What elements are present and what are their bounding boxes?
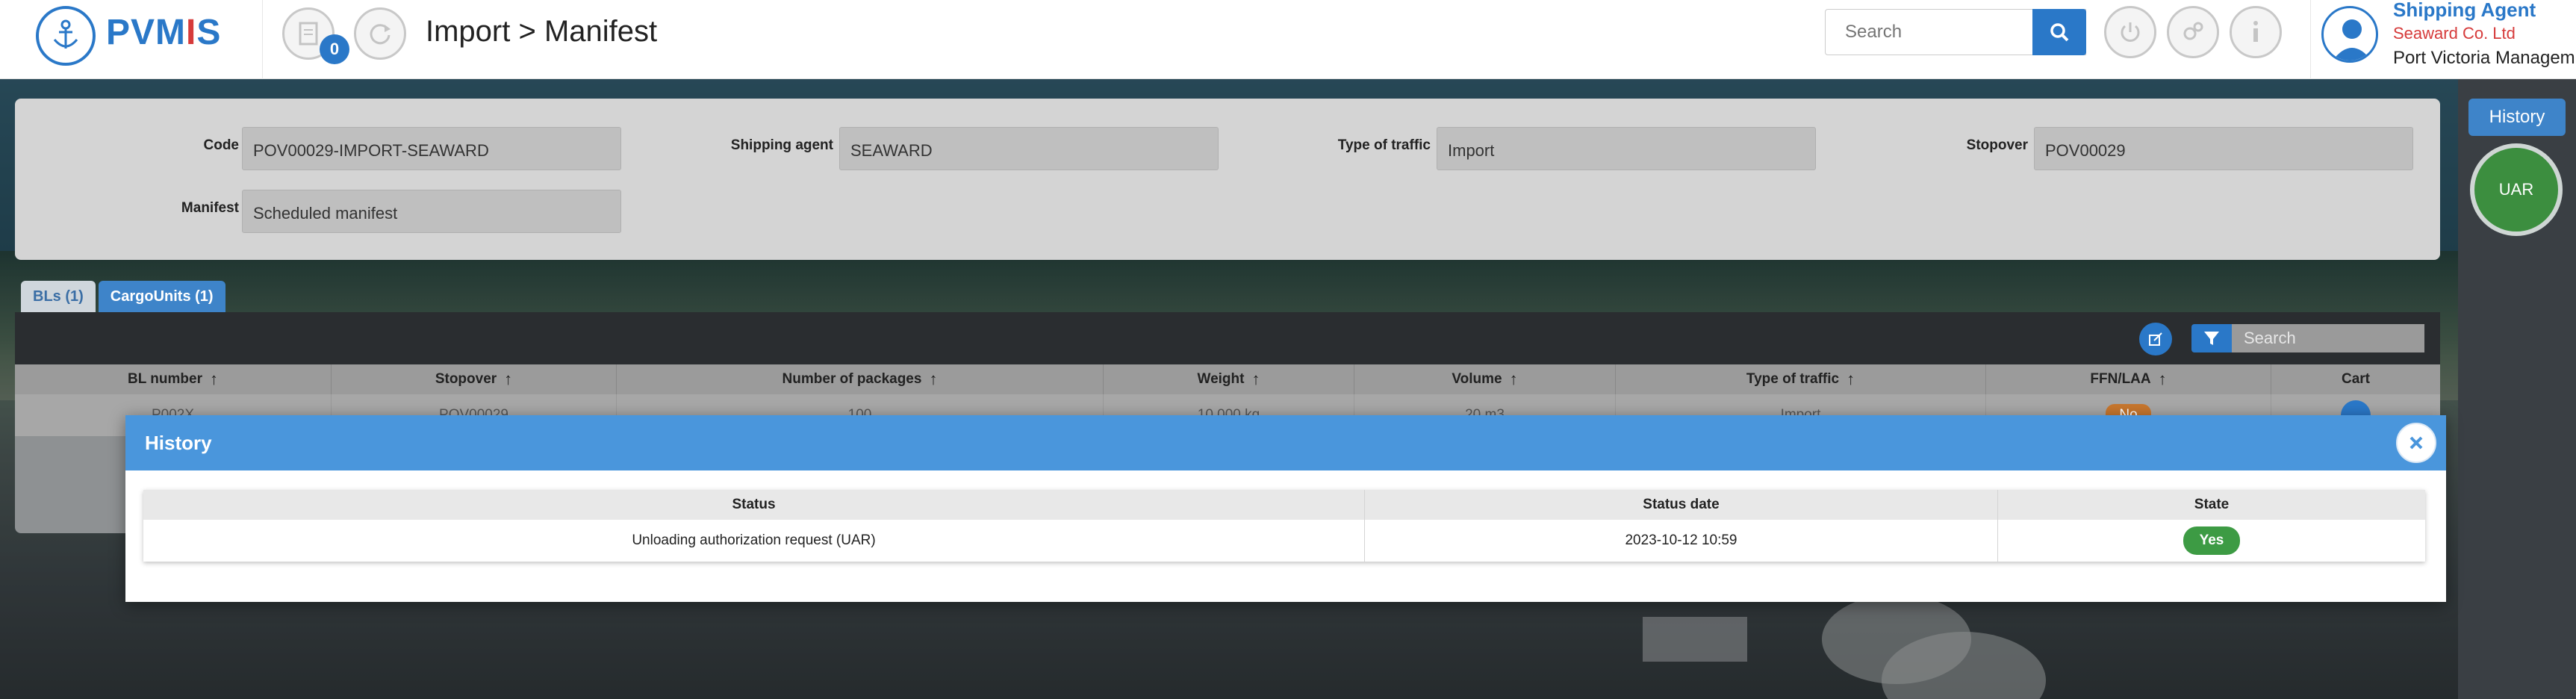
column-header[interactable]: Weight ↑ <box>1104 364 1354 394</box>
export-icon <box>2149 332 2162 346</box>
app-logo-text: PVMIS <box>106 13 222 52</box>
history-table: Status Status date State Unloading autho… <box>143 490 2425 562</box>
refresh-button[interactable] <box>354 7 406 60</box>
filter-icon <box>2204 332 2219 345</box>
history-table-header: Status Status date State <box>143 490 2425 520</box>
table-search-input[interactable]: Search <box>2232 324 2424 352</box>
refresh-icon <box>370 24 391 45</box>
history-modal: History Status Status date State Unloadi… <box>125 415 2446 602</box>
user-icon <box>2333 19 2371 60</box>
status-badge-uar[interactable]: UAR <box>2470 143 2563 236</box>
code-label: Code <box>203 137 240 153</box>
manifest-form: Code POV00029-IMPORT-SEAWARD Shipping ag… <box>15 99 2440 260</box>
right-side-panel: History UAR <box>2458 79 2576 699</box>
logout-button[interactable] <box>2104 6 2156 58</box>
gears-icon <box>2183 22 2203 40</box>
settings-button[interactable] <box>2167 6 2219 58</box>
column-header[interactable]: Cart <box>2271 364 2440 394</box>
column-header[interactable]: Number of packages ↑ <box>617 364 1104 394</box>
anchor-logo-icon <box>36 6 96 66</box>
code-field[interactable]: POV00029-IMPORT-SEAWARD <box>242 127 621 170</box>
state-badge: Yes <box>2183 526 2241 555</box>
notification-count-badge: 0 <box>320 34 349 64</box>
history-button[interactable]: History <box>2468 99 2566 136</box>
shipping-agent-field[interactable]: SEAWARD <box>839 127 1219 170</box>
tab-cargo-units[interactable]: CargoUnits (1) <box>98 281 225 312</box>
filter-button[interactable] <box>2191 324 2232 352</box>
manifest-field[interactable]: Scheduled manifest <box>242 190 621 233</box>
search-icon <box>2050 23 2069 42</box>
power-icon <box>2121 22 2140 42</box>
export-button[interactable] <box>2139 323 2172 355</box>
column-header: Status <box>143 490 1365 520</box>
tab-bls[interactable]: BLs (1) <box>21 281 96 312</box>
status-cell: Unloading authorization request (UAR) <box>143 520 1365 562</box>
column-header[interactable]: Type of traffic ↑ <box>1616 364 1986 394</box>
tab-bar: BLs (1) CargoUnits (1) <box>21 281 225 312</box>
manifest-label: Manifest <box>181 200 239 216</box>
modal-title: History <box>145 432 212 454</box>
table-header: BL number ↑ Stopover ↑ Number of packages ↑… <box>15 364 2440 394</box>
search-button[interactable] <box>2032 9 2086 55</box>
document-icon <box>299 22 318 46</box>
info-icon <box>2253 21 2258 42</box>
column-header: State <box>2194 497 2230 512</box>
avatar <box>2321 6 2378 63</box>
app-logo[interactable]: PVMIS <box>0 0 263 79</box>
user-organization: Port Victoria Managem <box>2393 48 2575 68</box>
top-bar: PVMIS 0 Import > Manifest Shipping Agent… <box>0 0 2576 79</box>
user-panel[interactable]: Shipping Agent Seaward Co. Ltd Port Vict… <box>2310 0 2576 79</box>
stopover-field[interactable]: POV00029 <box>2034 127 2413 170</box>
shipping-agent-label: Shipping agent <box>730 137 833 153</box>
stopover-label: Stopover <box>1966 137 2028 153</box>
close-button[interactable] <box>2396 423 2436 463</box>
table-row: Unloading authorization request (UAR) 20… <box>143 520 2425 562</box>
user-company: Seaward Co. Ltd <box>2393 24 2516 43</box>
info-button[interactable] <box>2230 6 2282 58</box>
column-header[interactable]: Volume ↑ <box>1354 364 1616 394</box>
type-of-traffic-field[interactable]: Import <box>1437 127 1816 170</box>
status-date-cell: 2023-10-12 10:59 <box>1365 520 1998 562</box>
column-header: Status date <box>1365 490 1998 520</box>
table-toolbar: Search <box>15 312 2440 364</box>
column-header[interactable]: Stopover ↑ <box>332 364 617 394</box>
column-header[interactable]: FFN/LAA ↑ <box>1986 364 2271 394</box>
state-cell: Yes <box>1998 520 2425 562</box>
column-header[interactable]: BL number ↑ <box>15 364 332 394</box>
type-of-traffic-label: Type of traffic <box>1337 137 1431 153</box>
page-title: Import > Manifest <box>426 15 658 48</box>
close-icon <box>2409 436 2423 450</box>
user-role: Shipping Agent <box>2393 0 2536 21</box>
modal-header: History <box>125 415 2446 470</box>
